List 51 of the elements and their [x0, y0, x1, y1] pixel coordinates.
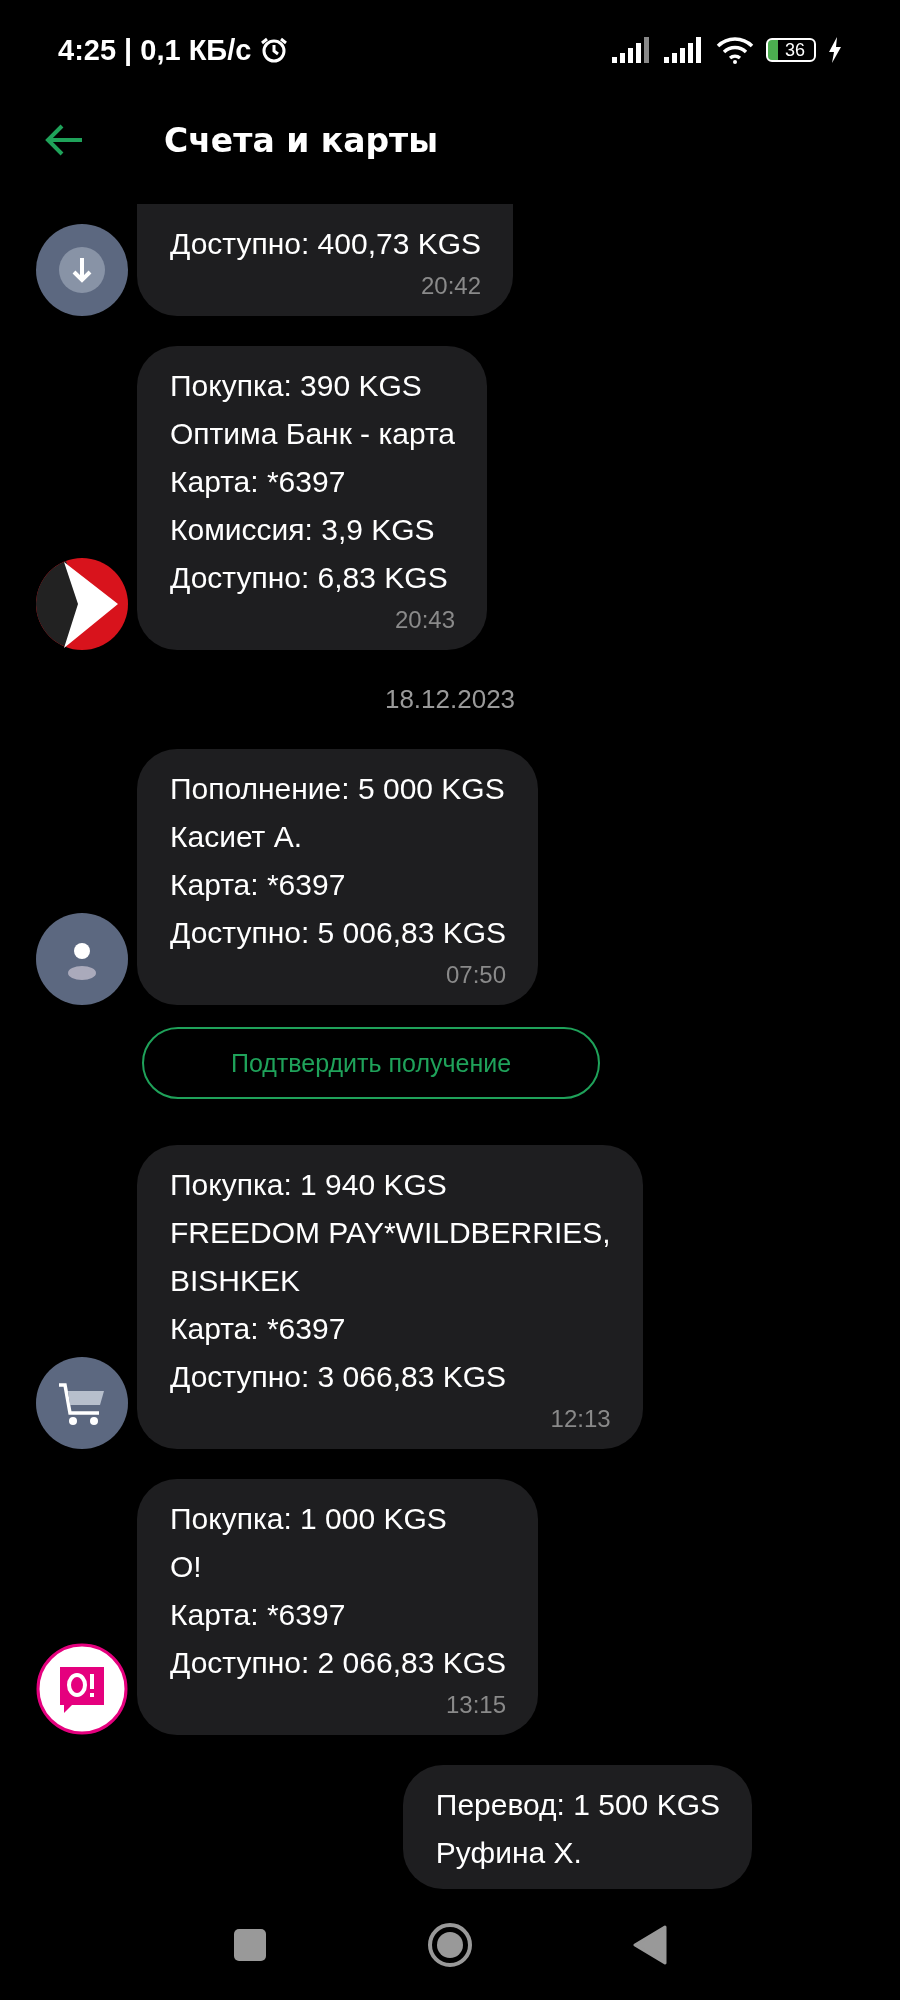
back-icon[interactable]	[633, 1925, 667, 1965]
message-line: Доступно: 400,73 KGS	[170, 226, 482, 262]
message-time: 20:42	[420, 271, 482, 301]
message-line: Покупка: 1 940 KGS	[170, 1167, 448, 1203]
download-icon	[36, 224, 128, 316]
back-arrow-icon[interactable]	[44, 123, 84, 157]
message-line: Пополнение: 5 000 KGS	[170, 771, 506, 807]
message-bubble[interactable]: Покупка: 1 940 KGS FREEDOM PAY*WILDBERRIES, BISHKEK Карта: *6397 Доступно: 3 066,83 KGS 12:13	[137, 1145, 643, 1449]
message-time: 12:13	[550, 1404, 611, 1434]
bank-logo-icon	[36, 558, 128, 650]
charging-icon	[828, 37, 842, 63]
signal-icon	[612, 37, 652, 63]
message-line: Карта: *6397	[170, 1597, 347, 1633]
message-line: FREEDOM PAY*WILDBERRIES,	[170, 1215, 611, 1251]
message-line: Оптима Банк - карта	[170, 416, 456, 452]
cart-icon	[36, 1357, 128, 1449]
message-line: Доступно: 3 066,83 KGS	[170, 1359, 508, 1395]
message-line: Руфина Х.	[435, 1835, 583, 1871]
message-line: Перевод: 1 500 KGS	[435, 1787, 720, 1823]
message-line: BISHKEK	[170, 1263, 302, 1299]
message-line: Доступно: 2 066,83 KGS	[170, 1645, 507, 1681]
message-line: О!	[170, 1549, 203, 1585]
message-line: Покупка: 1 000 KGS	[170, 1501, 448, 1537]
message-line: Карта: *6397	[170, 867, 347, 903]
message-time: 20:43	[394, 605, 456, 635]
operator-logo-icon	[36, 1643, 128, 1735]
message-line: Карта: *6397	[170, 464, 347, 500]
message-line: Карта: *6397	[170, 1311, 347, 1347]
message-bubble[interactable]: Перевод: 1 500 KGS Руфина Х.	[402, 1765, 752, 1889]
person-icon	[36, 913, 128, 1005]
message-bubble[interactable]: Пополнение: 5 000 KGS Касиет А. Карта: *6397 Доступно: 5 006,83 KGS 07:50	[137, 749, 539, 1005]
message-bubble[interactable]: Доступно: 400,73 KGS 20:42	[137, 204, 514, 316]
signal-icon	[664, 37, 704, 63]
message-time: 13:15	[446, 1690, 507, 1720]
message-bubble[interactable]: Покупка: 390 KGS Оптима Банк - карта Карта: *6397 Комиссия: 3,9 KGS Доступно: 6,83 KGS 20:43	[137, 346, 488, 650]
message-time: 07:50	[446, 960, 507, 990]
recent-apps-icon[interactable]	[233, 1928, 267, 1962]
confirm-receipt-button[interactable]: Подтвердить получение	[142, 1027, 600, 1099]
wifi-icon	[716, 36, 754, 64]
screen-title: Счета и карты	[164, 120, 438, 160]
date-separator: 18.12.2023	[384, 684, 516, 715]
message-bubble[interactable]: Покупка: 1 000 KGS О! Карта: *6397 Доступно: 2 066,83 KGS 13:15	[137, 1479, 539, 1735]
message-line: Покупка: 390 KGS	[170, 368, 423, 404]
message-line: Комиссия: 3,9 KGS	[170, 512, 436, 548]
message-line: Доступно: 5 006,83 KGS	[170, 915, 507, 951]
status-time: 4:25 | 0,1 КБ/с	[58, 33, 252, 67]
message-line: Доступно: 6,83 KGS	[170, 560, 449, 596]
home-icon[interactable]	[427, 1922, 473, 1968]
alarm-icon	[259, 35, 290, 65]
message-line: Касиет А.	[170, 819, 304, 855]
battery-level: 36	[766, 38, 816, 62]
